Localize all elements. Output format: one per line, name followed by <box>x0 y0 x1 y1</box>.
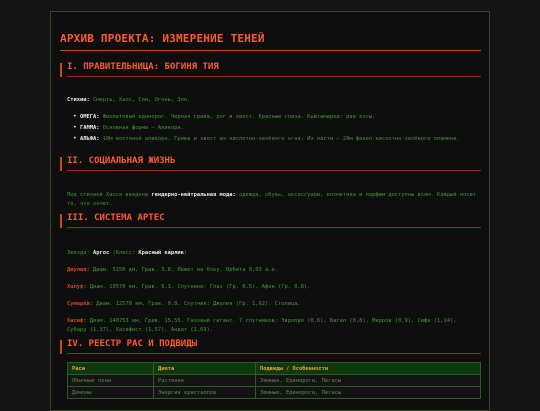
elements-line: Стихии: Смерть, Хаос, Сон, Огонь, Зло. <box>67 96 477 105</box>
bullet-dot: • <box>73 113 77 120</box>
table-cell: Земные, Единороги, Пегасы <box>255 374 481 387</box>
form-alpha: АЛЬФА: 10м костяной аликорн. Грива и хво… <box>80 135 470 144</box>
section-marker <box>60 214 62 228</box>
races-table: Раса Диета Подвиды / Особенности Обычные… <box>67 362 481 399</box>
table-cell: Демоны <box>67 386 154 399</box>
column-header: Диета <box>153 362 256 375</box>
planet-sumerki: Сумерки: Диам. 12570 км, Грав. 9,8. Спут… <box>67 300 477 309</box>
planet-label: Джулия: <box>67 267 90 273</box>
section-registry: IV. РЕЕСТР РАС И ПОДВИДЫ Раса Диета Подв… <box>60 339 481 410</box>
form-omega: ОМЕГА: Фиолетовый единорог. Черная грива… <box>80 113 470 122</box>
planet-text: Диам. 12570 км, Грав. 9,8. Спутник: Джул… <box>96 301 301 307</box>
table-row: Демоны Энергия кристаллов Земные, Единор… <box>67 386 481 399</box>
form-gamma: ГАММА: Основная форма — Аликорн. <box>80 124 470 133</box>
column-header: Раса <box>67 362 154 375</box>
form-text: 10м костяной аликорн. Грива и хвост из к… <box>102 136 460 142</box>
section-title: IV. РЕЕСТР РАС И ПОДВИДЫ <box>67 339 198 349</box>
form-text: Основная форма — Аликорн. <box>102 125 184 131</box>
social-text-start: Под стихией Хаоса введена <box>67 192 152 198</box>
section-title: I. ПРАВИТЕЛЬНИЦА: БОГИНЯ ТИЯ <box>67 62 219 72</box>
planet-khaluf: Халуф: Диам. 10570 км, Грав. 9,3. Спутни… <box>67 283 477 292</box>
planet-label: Сумерки: <box>67 301 93 307</box>
social-highlight: гендерно-нейтральная мода: <box>151 192 236 198</box>
planet-label: Халуф: <box>67 284 87 290</box>
star-name: Аргос <box>92 250 110 256</box>
table-cell: Земные, Единороги, Пегасы <box>255 386 481 399</box>
form-label: ОМЕГА: <box>80 114 100 120</box>
column-header: Подвиды / Особенности <box>255 362 481 375</box>
table-cell: Энергия кристаллов <box>153 386 256 399</box>
star-line: Звезда: Аргос (Класс: Красный карлик) <box>67 249 477 258</box>
section-system: III. СИСТЕМА АРТЕС Звезда: Аргос (Класс:… <box>60 213 481 344</box>
planet-text: Диам. 10570 км, Грав. 9,3. Спутники: Гла… <box>89 284 311 290</box>
bullet-dot: • <box>73 135 77 142</box>
table-cell: Обычные пони <box>67 374 154 387</box>
star-class: Красный карлик <box>138 250 184 256</box>
planet-label: Хасиф: <box>67 318 87 324</box>
bullet-dot: • <box>73 124 77 131</box>
section-marker <box>60 63 62 77</box>
section-title: III. СИСТЕМА АРТЕС <box>67 213 165 223</box>
star-prefix: Звезда: <box>67 250 93 256</box>
social-paragraph: Под стихией Хаоса введена гендерно-нейтр… <box>67 191 477 208</box>
archive-panel: АРХИВ ПРОЕКТА: ИЗМЕРЕНИЕ ТЕНЕЙ I. ПРАВИТ… <box>50 11 490 411</box>
section-divider <box>67 76 481 77</box>
planet-text: Диам. 140753 км, Грав. 15,55. Газовый ги… <box>67 318 457 333</box>
section-social: II. СОЦИАЛЬНАЯ ЖИЗНЬ Под стихией Хаоса в… <box>60 156 481 217</box>
elements-label: Стихии: <box>67 97 90 103</box>
table-cell: Растения <box>153 374 256 387</box>
table-row: Обычные пони Растения Земные, Единороги,… <box>67 374 481 387</box>
title-divider <box>60 50 481 51</box>
star-class-prefix: (Класс: <box>109 250 139 256</box>
section-marker <box>60 340 62 354</box>
table-header-row: Раса Диета Подвиды / Особенности <box>67 362 481 375</box>
form-label: ГАММА: <box>80 125 100 131</box>
section-title: II. СОЦИАЛЬНАЯ ЖИЗНЬ <box>67 156 176 166</box>
section-divider <box>67 227 481 228</box>
section-divider <box>67 353 481 354</box>
section-marker <box>60 157 62 171</box>
elements-value: Смерть, Хаос, Сон, Огонь, Зло. <box>92 97 191 103</box>
planet-julia: Джулия: Диам. 5150 км, Грав. 3,8. Лежит … <box>67 266 477 275</box>
section-ruler: I. ПРАВИТЕЛЬНИЦА: БОГИНЯ ТИЯ Стихии: Сме… <box>60 62 481 158</box>
star-class-suffix: ) <box>183 250 188 256</box>
page-title: АРХИВ ПРОЕКТА: ИЗМЕРЕНИЕ ТЕНЕЙ <box>60 32 265 45</box>
planet-text: Диам. 5150 км, Грав. 3,8. Лежит на боку.… <box>92 267 278 273</box>
form-label: АЛЬФА: <box>80 136 100 142</box>
form-text: Фиолетовый единорог. Черная грива, рог и… <box>102 114 376 120</box>
planet-khasif: Хасиф: Диам. 140753 км, Грав. 15,55. Газ… <box>67 317 477 334</box>
section-divider <box>67 170 481 171</box>
